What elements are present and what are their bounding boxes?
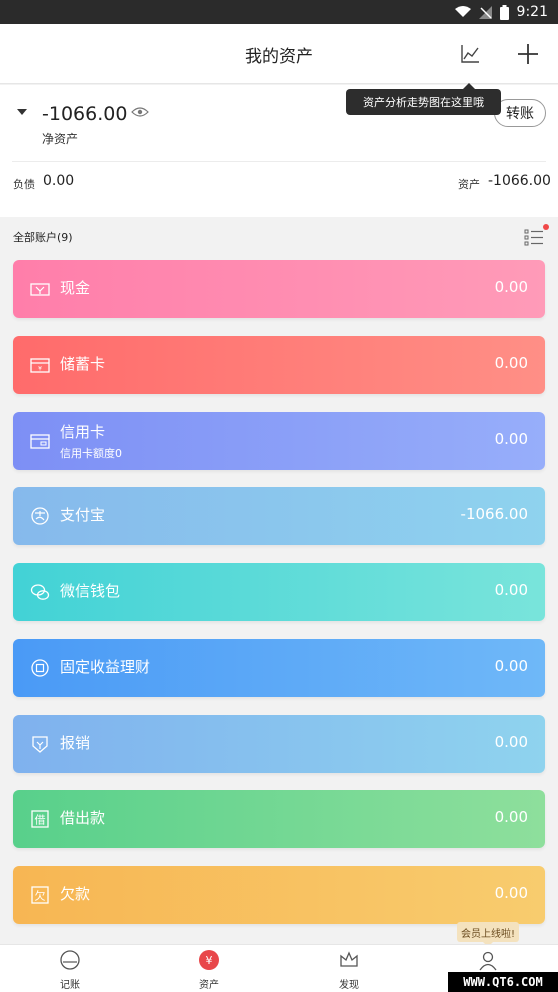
status-time: 9:21 <box>516 4 548 20</box>
notification-dot <box>543 224 549 230</box>
trend-tooltip: 资产分析走势图在这里哦 <box>346 83 501 115</box>
site-watermark: WWW.QT6.COM <box>448 972 558 992</box>
eye-icon[interactable] <box>131 105 149 119</box>
account-name: 报销 <box>60 734 91 752</box>
svg-text:¥: ¥ <box>206 954 213 967</box>
debt-label: 负债 <box>13 178 35 191</box>
cash-icon <box>30 283 50 296</box>
alipay-icon <box>31 507 49 525</box>
signal-icon <box>478 5 492 19</box>
account-card-debt[interactable]: 欠 欠款 0.00 <box>13 866 545 924</box>
net-asset-label: 净资产 <box>42 132 79 146</box>
fixed-income-icon <box>31 659 49 677</box>
account-card-wechat[interactable]: 微信钱包 0.00 <box>13 563 545 621</box>
account-name: 储蓄卡 <box>60 355 106 373</box>
tab-label: 资产 <box>199 980 219 991</box>
add-icon[interactable] <box>514 40 542 68</box>
list-view-icon[interactable] <box>524 228 544 246</box>
tab-label: 发现 <box>339 980 359 991</box>
battery-icon <box>499 4 509 20</box>
account-subtitle: 信用卡额度0 <box>60 447 122 460</box>
crown-icon <box>340 951 358 967</box>
account-name: 固定收益理财 <box>60 658 151 676</box>
tab-discover[interactable]: 发现 <box>314 949 384 992</box>
account-value: 0.00 <box>494 278 528 296</box>
trend-chart-icon[interactable] <box>456 40 484 68</box>
caret-down-icon[interactable] <box>17 109 27 115</box>
account-name: 信用卡 <box>60 423 106 441</box>
tab-bookkeeping[interactable]: 记账 <box>35 949 105 992</box>
debt-icon: 欠 <box>31 886 49 904</box>
divider <box>12 161 546 162</box>
account-value: 0.00 <box>494 884 528 902</box>
wifi-icon <box>454 6 471 17</box>
savings-card-icon: ¥ <box>30 358 50 373</box>
reimburse-icon <box>32 736 48 753</box>
account-value: -1066.00 <box>460 505 528 523</box>
account-name: 支付宝 <box>60 506 106 524</box>
user-icon <box>479 951 497 971</box>
account-value: 0.00 <box>494 808 528 826</box>
status-bar: 9:21 <box>0 0 558 24</box>
account-card-cash[interactable]: 现金 0.00 <box>13 260 545 318</box>
asset-value: -1066.00 <box>488 173 551 189</box>
account-value: 0.00 <box>494 354 528 372</box>
bookkeeping-icon <box>60 950 80 970</box>
asset-label: 资产 <box>458 178 480 191</box>
transfer-button[interactable]: 转账 <box>494 99 546 127</box>
tab-label: 记账 <box>60 980 80 991</box>
account-card-alipay[interactable]: 支付宝 -1066.00 <box>13 487 545 545</box>
account-name: 借出款 <box>60 809 106 827</box>
svg-text:¥: ¥ <box>38 366 42 373</box>
app-header: 我的资产 <box>0 24 558 84</box>
wechat-icon <box>30 584 50 600</box>
account-card-fixed-income[interactable]: 固定收益理财 0.00 <box>13 639 545 697</box>
account-value: 0.00 <box>494 657 528 675</box>
debt-value: 0.00 <box>43 173 75 189</box>
account-name: 微信钱包 <box>60 582 121 600</box>
credit-card-icon <box>30 434 50 449</box>
account-card-loan-out[interactable]: 借 借出款 0.00 <box>13 790 545 848</box>
accounts-count-title: 全部账户(9) <box>13 231 73 244</box>
tab-assets[interactable]: ¥ 资产 <box>174 949 244 992</box>
member-tip: 会员上线啦! <box>457 922 519 947</box>
assets-yen-icon: ¥ <box>199 950 219 970</box>
account-value: 0.00 <box>494 581 528 599</box>
net-asset-amount: -1066.00 <box>42 103 128 125</box>
account-card-savings[interactable]: ¥ 储蓄卡 0.00 <box>13 336 545 394</box>
loan-out-icon: 借 <box>31 810 49 828</box>
account-name: 欠款 <box>60 885 91 903</box>
account-card-credit[interactable]: 信用卡 信用卡额度0 0.00 <box>13 412 545 470</box>
account-name: 现金 <box>60 279 91 297</box>
accounts-header: 全部账户(9) <box>0 218 558 254</box>
account-value: 0.00 <box>494 430 528 448</box>
svg-text:欠: 欠 <box>35 889 46 903</box>
account-value: 0.00 <box>494 733 528 751</box>
svg-text:借: 借 <box>35 814 46 827</box>
account-card-reimburse[interactable]: 报销 0.00 <box>13 715 545 773</box>
